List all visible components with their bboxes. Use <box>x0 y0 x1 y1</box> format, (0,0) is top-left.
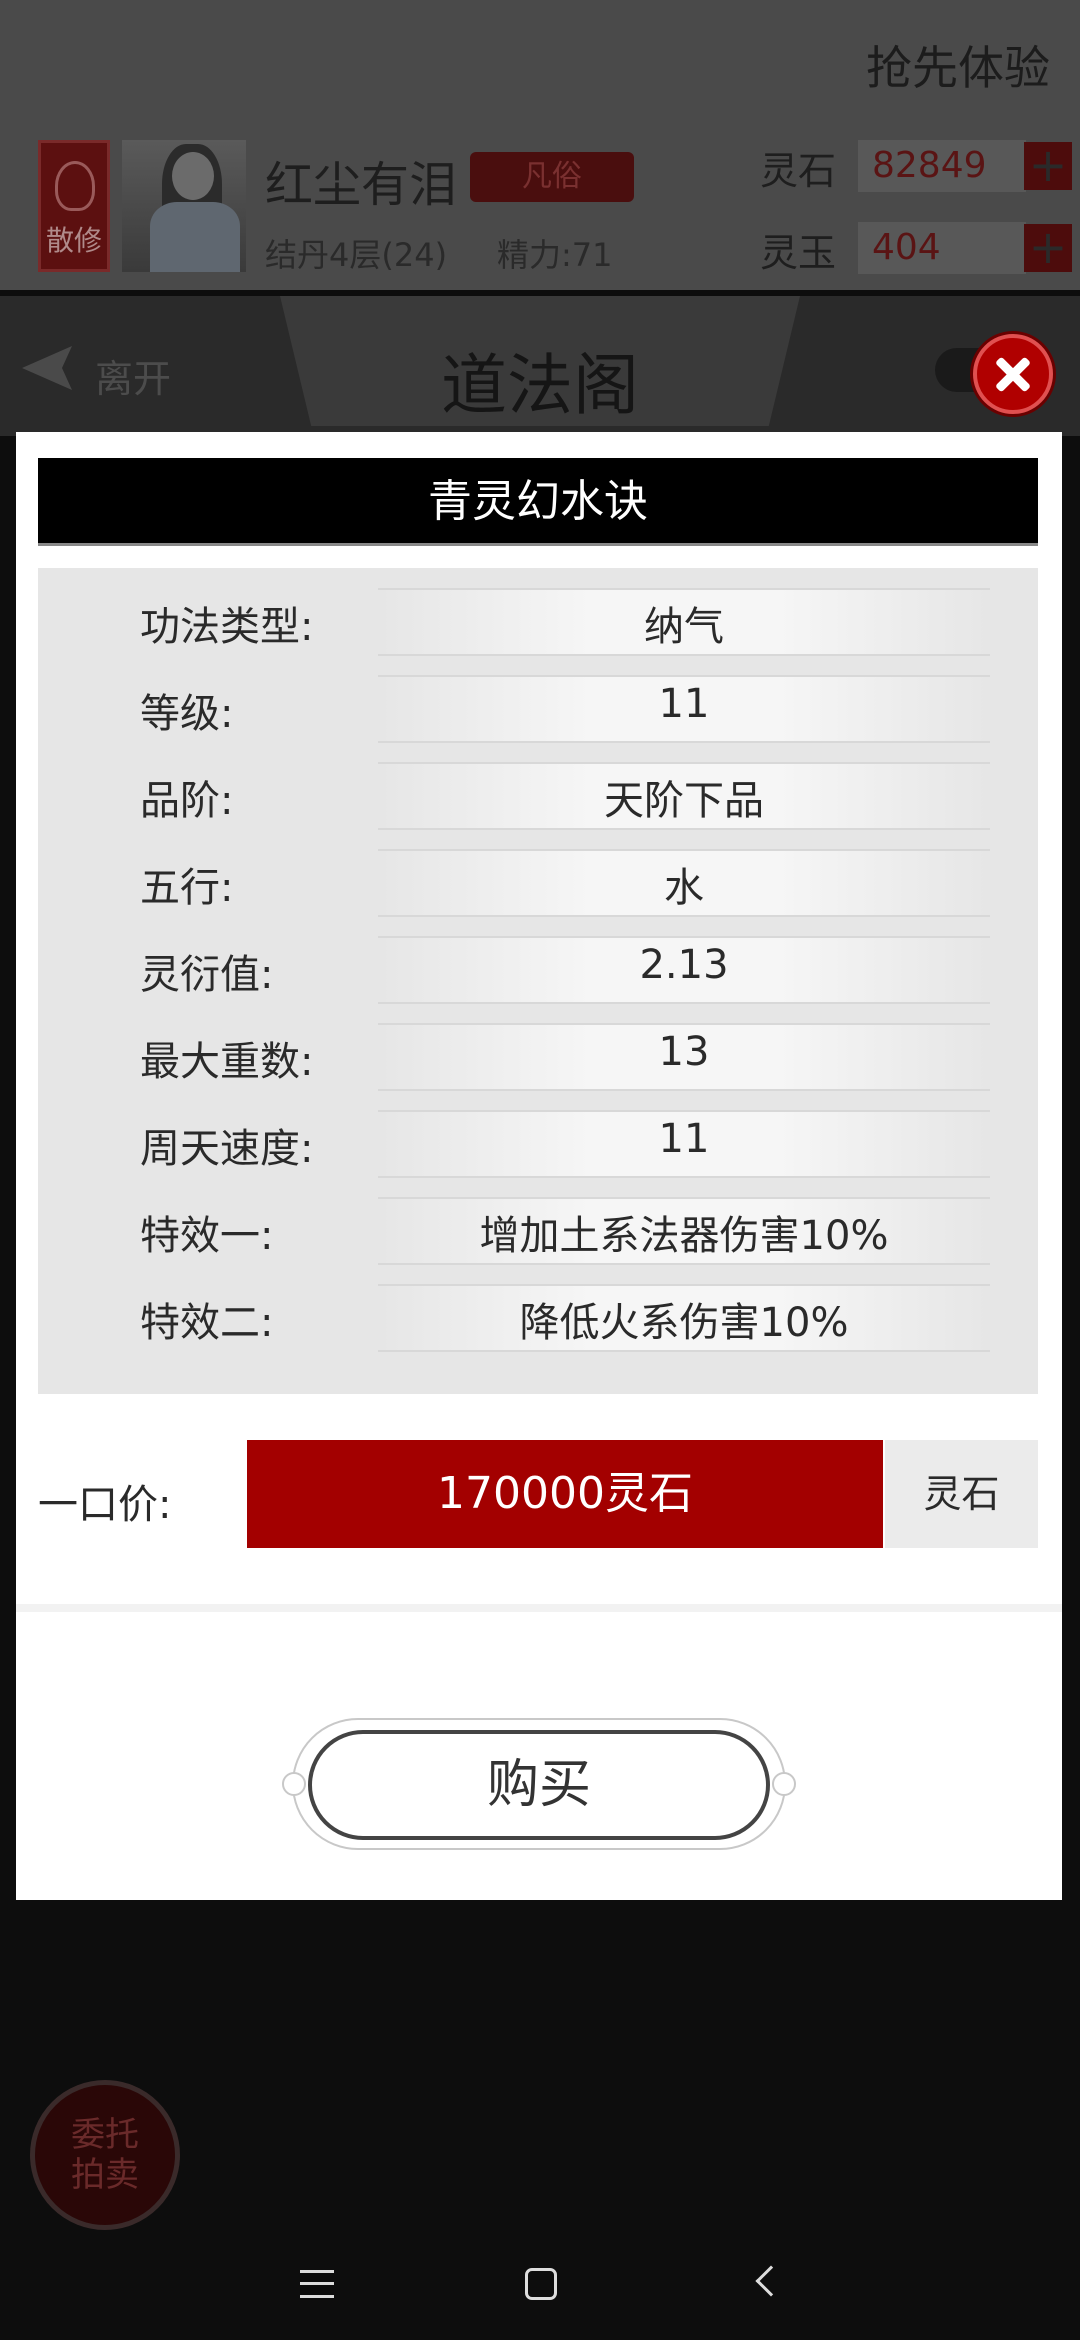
item-detail-modal: 青灵幻水诀 功法类型: 纳气 等级: 11 品阶: 天阶下品 五行: 水 灵衍值… <box>16 432 1062 1900</box>
player-stage: 结丹4层(24) <box>265 236 448 274</box>
property-value: 13 <box>658 1029 710 1075</box>
property-value: 11 <box>658 1116 710 1162</box>
system-nav-bar <box>0 2230 1080 2340</box>
properties-panel: 功法类型: 纳气 等级: 11 品阶: 天阶下品 五行: 水 灵衍值: 2.13… <box>38 568 1038 1394</box>
property-row: 功法类型: 纳气 <box>38 578 1038 665</box>
property-row: 周天速度: 11 <box>38 1100 1038 1187</box>
player-tag: 凡俗 <box>470 152 634 202</box>
property-row: 灵衍值: 2.13 <box>38 926 1038 1013</box>
property-row: 品阶: 天阶下品 <box>38 752 1038 839</box>
player-name: 红尘有泪 <box>265 157 458 213</box>
frame-dot-left <box>282 1772 306 1796</box>
property-label: 功法类型: <box>140 604 314 650</box>
price-label: 一口价: <box>38 1482 172 1528</box>
spirit-jade-label: 灵玉 <box>760 231 837 275</box>
delegate-label-line1: 委托 <box>71 2115 139 2155</box>
player-energy: 精力:71 <box>497 236 613 274</box>
property-label: 五行: <box>140 865 234 911</box>
divider <box>16 1604 1062 1612</box>
price-value: 170000灵石 <box>247 1440 883 1548</box>
property-label: 灵衍值: <box>140 952 274 998</box>
avatar[interactable] <box>122 140 246 272</box>
property-row: 最大重数: 13 <box>38 1013 1038 1100</box>
frame-dot-right <box>772 1772 796 1796</box>
rank-badge-label: 散修 <box>45 224 102 257</box>
close-icon[interactable] <box>973 334 1053 414</box>
property-row: 特效二: 降低火系伤害10% <box>38 1274 1038 1361</box>
nav-bar: 离开 道法阁 <box>0 296 1080 436</box>
property-label: 最大重数: <box>140 1039 314 1085</box>
buy-button[interactable]: 购买 <box>308 1730 770 1840</box>
add-spirit-stone-button[interactable]: + <box>1024 142 1072 190</box>
home-square-icon[interactable] <box>525 2268 557 2300</box>
property-value: 降低火系伤害10% <box>519 1300 849 1346</box>
early-access-label[interactable]: 抢先体验 <box>866 32 1050 98</box>
property-row: 特效一: 增加土系法器伤害10% <box>38 1187 1038 1274</box>
spirit-stone-value: 82849 <box>858 140 1026 192</box>
page-title: 道法阁 <box>441 347 639 424</box>
property-value: 纳气 <box>644 604 724 650</box>
delegate-label-line2: 拍卖 <box>71 2155 139 2195</box>
avatar-body <box>150 202 240 272</box>
property-value: 增加土系法器伤害10% <box>479 1213 889 1259</box>
property-label: 等级: <box>140 691 234 737</box>
delegate-auction-button[interactable]: 委托 拍卖 <box>30 2080 180 2230</box>
property-value: 天阶下品 <box>604 778 764 824</box>
property-value: 11 <box>658 681 710 727</box>
property-value: 2.13 <box>639 942 729 988</box>
property-label: 品阶: <box>140 778 234 824</box>
property-label: 特效二: <box>140 1300 274 1346</box>
property-label: 特效一: <box>140 1213 274 1259</box>
menu-lines-icon[interactable] <box>300 2270 334 2298</box>
avatar-head <box>172 152 214 200</box>
property-row: 等级: 11 <box>38 665 1038 752</box>
modal-title: 青灵幻水诀 <box>38 458 1038 546</box>
property-value: 水 <box>664 865 704 911</box>
chevron-left-icon[interactable] <box>755 2265 787 2297</box>
currency-selector[interactable]: 灵石 <box>885 1440 1038 1548</box>
property-row: 五行: 水 <box>38 839 1038 926</box>
add-spirit-jade-button[interactable]: + <box>1024 224 1072 272</box>
spirit-stone-label: 灵石 <box>760 149 837 193</box>
property-label: 周天速度: <box>140 1126 314 1172</box>
rank-badge: 散修 <box>38 140 110 272</box>
lotus-icon <box>55 161 95 211</box>
spirit-jade-value: 404 <box>858 222 1026 274</box>
top-bar: 抢先体验 散修 红尘有泪 凡俗 结丹4层(24) 精力:71 灵石 82849 … <box>0 0 1080 290</box>
